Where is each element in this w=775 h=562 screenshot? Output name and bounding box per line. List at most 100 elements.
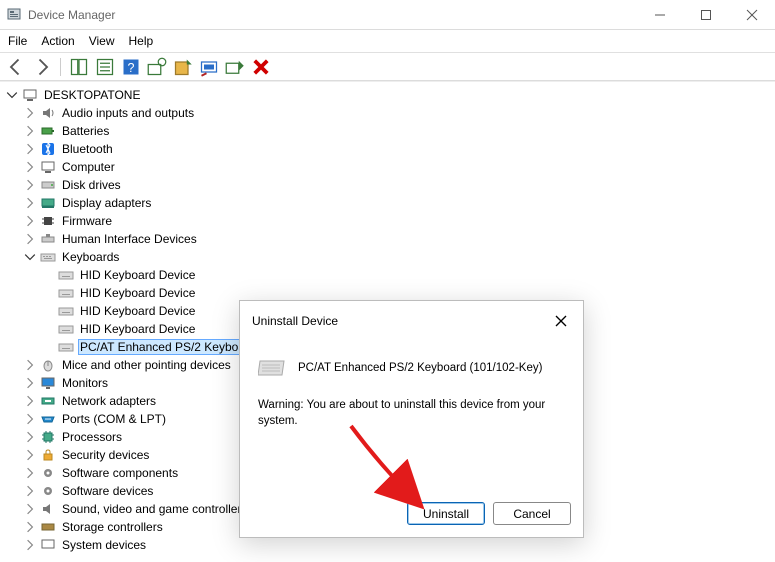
- svg-text:?: ?: [128, 61, 135, 75]
- tree-root-label: DESKTOPATONE: [42, 88, 142, 102]
- menu-action[interactable]: Action: [41, 34, 74, 48]
- tree-item-computer[interactable]: Computer: [24, 158, 769, 176]
- tree-label: Monitors: [60, 376, 110, 390]
- tree-item-keyboards[interactable]: Keyboards: [24, 248, 769, 266]
- gpu-icon: [40, 195, 56, 211]
- show-hide-console-button[interactable]: [69, 57, 89, 77]
- monitor-icon: [40, 375, 56, 391]
- chevron-right-icon[interactable]: [24, 449, 36, 461]
- chevron-down-icon[interactable]: [24, 251, 36, 263]
- menu-file[interactable]: File: [8, 34, 27, 48]
- tree-item-audio[interactable]: Audio inputs and outputs: [24, 104, 769, 122]
- tree-label: Display adapters: [60, 196, 153, 210]
- chevron-right-icon[interactable]: [24, 377, 36, 389]
- chevron-right-icon[interactable]: [24, 143, 36, 155]
- chevron-right-icon[interactable]: [24, 521, 36, 533]
- tree-item-hid[interactable]: Human Interface Devices: [24, 230, 769, 248]
- tree-label: Bluetooth: [60, 142, 115, 156]
- speaker-icon: [40, 105, 56, 121]
- tree-label: HID Keyboard Device: [78, 286, 197, 300]
- tree-item-disk[interactable]: Disk drives: [24, 176, 769, 194]
- uninstall-dialog: Uninstall Device PC/AT Enhanced PS/2 Key…: [239, 300, 584, 538]
- network-icon: [40, 393, 56, 409]
- tree-label: Audio inputs and outputs: [60, 106, 196, 120]
- help-button[interactable]: ?: [121, 57, 141, 77]
- bluetooth-icon: [40, 141, 56, 157]
- gear-icon: [40, 465, 56, 481]
- tree-label: Sound, video and game controllers: [60, 502, 249, 516]
- chevron-right-icon[interactable]: [24, 197, 36, 209]
- tree-label: HID Keyboard Device: [78, 304, 197, 318]
- computer-icon: [22, 87, 38, 103]
- chevron-right-icon[interactable]: [24, 107, 36, 119]
- chevron-right-icon[interactable]: [24, 395, 36, 407]
- chevron-right-icon[interactable]: [24, 125, 36, 137]
- tree-label: Software devices: [60, 484, 155, 498]
- chevron-right-icon[interactable]: [24, 359, 36, 371]
- chevron-right-icon[interactable]: [24, 233, 36, 245]
- cancel-button[interactable]: Cancel: [493, 502, 571, 525]
- tree-label: Firmware: [60, 214, 114, 228]
- keyboard-icon: [258, 359, 286, 377]
- chevron-right-icon[interactable]: [24, 161, 36, 173]
- gear-icon: [40, 483, 56, 499]
- keyboard-icon: [58, 267, 74, 283]
- disk-icon: [40, 177, 56, 193]
- tree-label: HID Keyboard Device: [78, 322, 197, 336]
- port-icon: [40, 411, 56, 427]
- properties-button[interactable]: [95, 57, 115, 77]
- menubar: File Action View Help: [0, 30, 775, 53]
- tree-label: HID Keyboard Device: [78, 268, 197, 282]
- window-title: Device Manager: [28, 8, 637, 22]
- toolbar-separator: [60, 58, 61, 76]
- tree-item-bluetooth[interactable]: Bluetooth: [24, 140, 769, 158]
- chevron-right-icon[interactable]: [24, 467, 36, 479]
- tree-item-firmware[interactable]: Firmware: [24, 212, 769, 230]
- update-driver-button[interactable]: [173, 57, 193, 77]
- hid-icon: [40, 231, 56, 247]
- window-titlebar: Device Manager: [0, 0, 775, 30]
- tree-label: Processors: [60, 430, 124, 444]
- forward-button[interactable]: [32, 57, 52, 77]
- window-minimize-button[interactable]: [637, 0, 683, 29]
- window-maximize-button[interactable]: [683, 0, 729, 29]
- tree-item-system[interactable]: System devices: [24, 536, 769, 554]
- tree-label: Keyboards: [60, 250, 121, 264]
- chevron-right-icon[interactable]: [24, 413, 36, 425]
- dialog-close-button[interactable]: [549, 309, 573, 333]
- tree-label: Ports (COM & LPT): [60, 412, 168, 426]
- chevron-right-icon[interactable]: [24, 485, 36, 497]
- toolbar: ?: [0, 53, 775, 81]
- controller-icon: [40, 519, 56, 535]
- scan-hardware-button[interactable]: [147, 57, 167, 77]
- enable-device-button[interactable]: [225, 57, 245, 77]
- tree-item-display[interactable]: Display adapters: [24, 194, 769, 212]
- back-button[interactable]: [6, 57, 26, 77]
- mouse-icon: [40, 357, 56, 373]
- speaker-icon: [40, 501, 56, 517]
- menu-help[interactable]: Help: [129, 34, 154, 48]
- tree-label: System devices: [60, 538, 148, 552]
- keyboard-icon: [58, 339, 74, 355]
- tree-label: Human Interface Devices: [60, 232, 199, 246]
- tree-item-hid-keyboard[interactable]: HID Keyboard Device: [42, 266, 769, 284]
- chevron-right-icon[interactable]: [24, 179, 36, 191]
- window-close-button[interactable]: [729, 0, 775, 29]
- tree-item-batteries[interactable]: Batteries: [24, 122, 769, 140]
- chevron-right-icon[interactable]: [24, 215, 36, 227]
- uninstall-toolbar-button[interactable]: [251, 57, 271, 77]
- chevron-right-icon[interactable]: [24, 431, 36, 443]
- tree-root-node[interactable]: DESKTOPATONE: [6, 86, 769, 104]
- app-icon: [6, 7, 22, 23]
- keyboard-icon: [40, 249, 56, 265]
- tree-label: Batteries: [60, 124, 111, 138]
- tree-label: Storage controllers: [60, 520, 165, 534]
- tree-label: Mice and other pointing devices: [60, 358, 233, 372]
- tree-label: PC/AT Enhanced PS/2 Keyboard: [78, 339, 258, 355]
- uninstall-button[interactable]: Uninstall: [407, 502, 485, 525]
- menu-view[interactable]: View: [89, 34, 115, 48]
- disable-device-button[interactable]: [199, 57, 219, 77]
- chevron-right-icon[interactable]: [24, 503, 36, 515]
- chevron-right-icon[interactable]: [24, 539, 36, 551]
- chevron-down-icon[interactable]: [6, 89, 18, 101]
